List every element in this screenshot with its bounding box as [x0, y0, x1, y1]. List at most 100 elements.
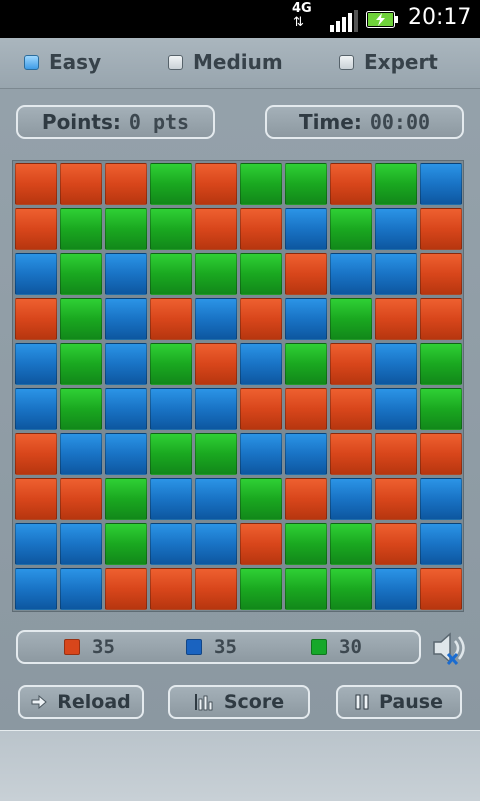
- tile-red[interactable]: [240, 208, 282, 250]
- tile-blue[interactable]: [15, 343, 57, 385]
- tile-red[interactable]: [150, 298, 192, 340]
- tile-green[interactable]: [60, 253, 102, 295]
- tile-blue[interactable]: [240, 433, 282, 475]
- tile-green[interactable]: [285, 523, 327, 565]
- tile-blue[interactable]: [150, 478, 192, 520]
- tile-blue[interactable]: [105, 433, 147, 475]
- tile-blue[interactable]: [420, 163, 462, 205]
- checkbox-easy[interactable]: [24, 54, 39, 70]
- tile-green[interactable]: [195, 253, 237, 295]
- tile-blue[interactable]: [15, 523, 57, 565]
- tile-green[interactable]: [375, 163, 417, 205]
- tile-blue[interactable]: [195, 298, 237, 340]
- tile-blue[interactable]: [105, 343, 147, 385]
- tile-blue[interactable]: [285, 433, 327, 475]
- tile-red[interactable]: [330, 343, 372, 385]
- tile-green[interactable]: [285, 568, 327, 610]
- tile-red[interactable]: [285, 388, 327, 430]
- tile-blue[interactable]: [285, 298, 327, 340]
- tile-blue[interactable]: [375, 253, 417, 295]
- tile-green[interactable]: [240, 253, 282, 295]
- tile-green[interactable]: [105, 523, 147, 565]
- tile-blue[interactable]: [15, 568, 57, 610]
- tile-blue[interactable]: [60, 523, 102, 565]
- tile-red[interactable]: [330, 433, 372, 475]
- tile-red[interactable]: [195, 568, 237, 610]
- tile-blue[interactable]: [330, 253, 372, 295]
- tile-red[interactable]: [285, 253, 327, 295]
- tile-green[interactable]: [60, 208, 102, 250]
- tile-red[interactable]: [150, 568, 192, 610]
- tile-blue[interactable]: [60, 568, 102, 610]
- tile-blue[interactable]: [285, 208, 327, 250]
- tile-red[interactable]: [60, 478, 102, 520]
- tile-green[interactable]: [330, 523, 372, 565]
- checkbox-medium[interactable]: [168, 54, 183, 70]
- tile-green[interactable]: [195, 433, 237, 475]
- tile-blue[interactable]: [195, 523, 237, 565]
- tile-blue[interactable]: [375, 568, 417, 610]
- tile-red[interactable]: [15, 433, 57, 475]
- tile-green[interactable]: [240, 568, 282, 610]
- tile-blue[interactable]: [15, 388, 57, 430]
- tile-red[interactable]: [15, 208, 57, 250]
- tile-red[interactable]: [195, 343, 237, 385]
- tile-blue[interactable]: [195, 478, 237, 520]
- tile-red[interactable]: [330, 388, 372, 430]
- tile-red[interactable]: [420, 208, 462, 250]
- tile-red[interactable]: [420, 568, 462, 610]
- tile-red[interactable]: [240, 523, 282, 565]
- tile-red[interactable]: [15, 163, 57, 205]
- tile-red[interactable]: [105, 163, 147, 205]
- tile-red[interactable]: [375, 433, 417, 475]
- tile-blue[interactable]: [375, 208, 417, 250]
- tile-blue[interactable]: [105, 298, 147, 340]
- tile-red[interactable]: [15, 478, 57, 520]
- tile-red[interactable]: [375, 478, 417, 520]
- pause-button[interactable]: Pause: [336, 685, 462, 719]
- tile-green[interactable]: [285, 163, 327, 205]
- tile-green[interactable]: [420, 388, 462, 430]
- tile-red[interactable]: [240, 388, 282, 430]
- checkbox-expert[interactable]: [339, 54, 354, 70]
- tile-green[interactable]: [150, 433, 192, 475]
- tile-green[interactable]: [150, 253, 192, 295]
- tile-red[interactable]: [195, 163, 237, 205]
- tile-green[interactable]: [330, 568, 372, 610]
- tile-green[interactable]: [150, 163, 192, 205]
- tile-red[interactable]: [105, 568, 147, 610]
- tile-green[interactable]: [60, 388, 102, 430]
- tile-red[interactable]: [330, 163, 372, 205]
- tile-red[interactable]: [15, 298, 57, 340]
- tile-blue[interactable]: [375, 388, 417, 430]
- tile-green[interactable]: [330, 208, 372, 250]
- speaker-muted-icon[interactable]: [430, 628, 470, 668]
- tile-blue[interactable]: [150, 388, 192, 430]
- tile-blue[interactable]: [15, 253, 57, 295]
- tile-blue[interactable]: [195, 388, 237, 430]
- tile-blue[interactable]: [330, 478, 372, 520]
- tile-green[interactable]: [105, 208, 147, 250]
- tile-green[interactable]: [285, 343, 327, 385]
- difficulty-easy[interactable]: Easy: [24, 49, 101, 75]
- tile-green[interactable]: [60, 343, 102, 385]
- tile-red[interactable]: [195, 208, 237, 250]
- tile-green[interactable]: [240, 163, 282, 205]
- tile-green[interactable]: [420, 343, 462, 385]
- score-button[interactable]: Score: [168, 685, 310, 719]
- tile-red[interactable]: [60, 163, 102, 205]
- difficulty-expert[interactable]: Expert: [339, 49, 438, 75]
- tile-red[interactable]: [285, 478, 327, 520]
- difficulty-medium[interactable]: Medium: [168, 49, 283, 75]
- tile-blue[interactable]: [60, 433, 102, 475]
- tile-blue[interactable]: [150, 523, 192, 565]
- tile-red[interactable]: [375, 298, 417, 340]
- reload-button[interactable]: Reload: [18, 685, 144, 719]
- tile-green[interactable]: [150, 208, 192, 250]
- tile-red[interactable]: [420, 253, 462, 295]
- tile-red[interactable]: [420, 433, 462, 475]
- tile-red[interactable]: [375, 523, 417, 565]
- tile-green[interactable]: [330, 298, 372, 340]
- tile-blue[interactable]: [375, 343, 417, 385]
- tile-red[interactable]: [240, 298, 282, 340]
